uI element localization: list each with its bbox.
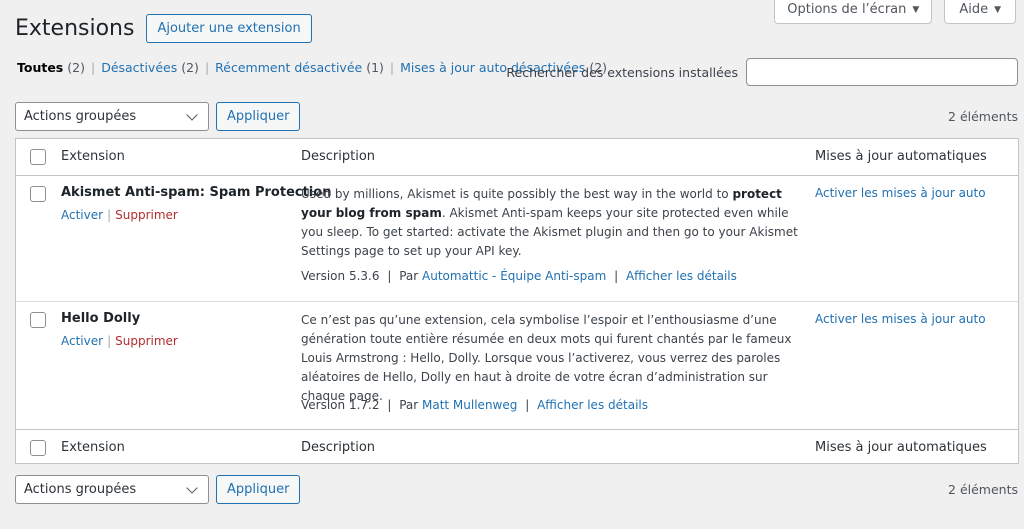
column-header-extension: Extension: [61, 149, 125, 164]
bulk-actions-select-bottom[interactable]: Actions groupées: [15, 475, 209, 504]
meta-separator: |: [387, 398, 392, 412]
activate-link[interactable]: Activer: [61, 208, 103, 222]
column-header-auto-updates: Mises à jour automatiques: [815, 149, 987, 164]
by-label: Par: [399, 398, 419, 412]
filter-recently-deactivated-count: (1): [366, 60, 384, 75]
select-all-checkbox-bottom[interactable]: [30, 440, 46, 456]
action-separator: |: [107, 334, 112, 348]
bulk-actions-value: Actions groupées: [24, 482, 137, 497]
plugin-meta: Version 5.3.6 | Par Automattic - Équipe …: [301, 269, 737, 283]
meta-separator: |: [387, 269, 392, 283]
help-label: Aide: [959, 2, 989, 17]
apply-button-bottom[interactable]: Appliquer: [216, 475, 301, 504]
select-all-checkbox[interactable]: [30, 149, 46, 165]
description-text: Used by millions, Akismet is quite possi…: [301, 187, 733, 201]
details-link[interactable]: Afficher les détails: [626, 269, 737, 283]
delete-link[interactable]: Supprimer: [115, 334, 178, 348]
item-count: 2 éléments: [948, 109, 1018, 124]
activate-link[interactable]: Activer: [61, 334, 103, 348]
delete-link[interactable]: Supprimer: [115, 208, 178, 222]
filter-inactive-count: (2): [181, 60, 199, 75]
details-link[interactable]: Afficher les détails: [537, 398, 648, 412]
plugin-search: Rechercher des extensions installées: [506, 58, 1018, 86]
bulk-actions-select[interactable]: Actions groupées: [15, 102, 209, 131]
plugin-version: Version 1.7.2: [301, 398, 380, 412]
filter-all[interactable]: Toutes: [17, 60, 63, 75]
plugin-name: Hello Dolly: [61, 311, 141, 326]
by-label: Par: [399, 269, 419, 283]
meta-separator: |: [614, 269, 619, 283]
screen-meta-links: Options de l’écran ▼ Aide ▼: [774, 0, 1024, 24]
plugin-description: Used by millions, Akismet is quite possi…: [301, 185, 806, 261]
bulk-actions-value: Actions groupées: [24, 109, 137, 124]
filter-separator: |: [389, 60, 395, 75]
chevron-down-icon: [186, 108, 198, 121]
page-title: Extensions: [15, 16, 135, 41]
item-count: 2 éléments: [948, 482, 1018, 497]
search-input[interactable]: [746, 58, 1018, 86]
search-label: Rechercher des extensions installées: [506, 64, 738, 80]
chevron-down-icon: [186, 481, 198, 494]
plugin-checkbox[interactable]: [30, 312, 46, 328]
column-header-description: Description: [301, 149, 376, 164]
plugin-checkbox[interactable]: [30, 186, 46, 202]
tablenav-bottom: Actions groupées Appliquer 2 éléments: [15, 475, 1018, 504]
caret-down-icon: ▼: [912, 4, 920, 15]
help-button[interactable]: Aide ▼: [944, 0, 1016, 24]
table-header-row: Extension Description Mises à jour autom…: [16, 139, 1018, 176]
enable-auto-updates-link[interactable]: Activer les mises à jour auto: [815, 312, 986, 326]
caret-down-icon: ▼: [994, 4, 1001, 15]
table-footer-row: Extension Description Mises à jour autom…: [16, 429, 1018, 464]
plugin-meta: Version 1.7.2 | Par Matt Mullenweg | Aff…: [301, 398, 648, 412]
filter-separator: |: [90, 60, 96, 75]
plugin-name: Akismet Anti-spam: Spam Protection: [61, 185, 332, 200]
action-separator: |: [107, 208, 112, 222]
filter-recently-deactivated[interactable]: Récemment désactivée: [215, 60, 362, 75]
filter-inactive[interactable]: Désactivées: [101, 60, 177, 75]
author-link[interactable]: Automattic - Équipe Anti-spam: [422, 269, 606, 283]
column-footer-auto-updates: Mises à jour automatiques: [815, 440, 987, 455]
screen-options-button[interactable]: Options de l’écran ▼: [774, 0, 933, 24]
table-row: Hello Dolly Activer | Supprimer Ce n’est…: [16, 302, 1018, 429]
description-text: Ce n’est pas qu’une extension, cela symb…: [301, 313, 792, 403]
screen-options-label: Options de l’écran: [787, 2, 907, 17]
filter-separator: |: [204, 60, 210, 75]
tablenav-top: Actions groupées Appliquer 2 éléments: [15, 102, 1018, 131]
plugin-description: Ce n’est pas qu’une extension, cela symb…: [301, 311, 806, 406]
column-footer-description: Description: [301, 440, 376, 455]
plugin-version: Version 5.3.6: [301, 269, 380, 283]
column-footer-extension: Extension: [61, 440, 125, 455]
author-link[interactable]: Matt Mullenweg: [422, 398, 517, 412]
row-actions: Activer | Supprimer: [61, 334, 178, 348]
table-row: Akismet Anti-spam: Spam Protection Activ…: [16, 176, 1018, 302]
filter-all-count: (2): [67, 60, 85, 75]
add-plugin-button[interactable]: Ajouter une extension: [146, 14, 312, 43]
meta-separator: |: [525, 398, 530, 412]
row-actions: Activer | Supprimer: [61, 208, 178, 222]
page-header: Extensions Ajouter une extension: [15, 14, 312, 43]
plugins-table: Extension Description Mises à jour autom…: [15, 138, 1019, 464]
enable-auto-updates-link[interactable]: Activer les mises à jour auto: [815, 186, 986, 200]
apply-button[interactable]: Appliquer: [216, 102, 301, 131]
